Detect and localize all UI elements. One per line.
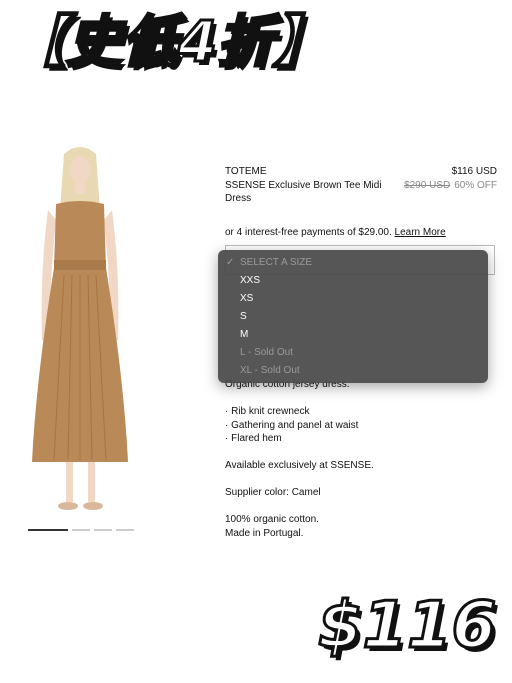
checkmark-icon: ✓ — [226, 257, 235, 268]
image-carousel-indicator[interactable] — [28, 529, 134, 531]
exclusive-note: Available exclusively at SSENSE. — [225, 460, 374, 471]
installment-text: or 4 interest-free payments of $29.00. — [225, 226, 392, 238]
learn-more-link[interactable]: Learn More — [395, 227, 446, 238]
original-price-block: $290 USD 60% OFF — [404, 179, 497, 193]
price-stamp: $116 — [316, 588, 497, 665]
carousel-dot-3[interactable] — [94, 529, 112, 531]
size-option-l: L - Sold Out — [240, 347, 293, 358]
product-name: SSENSE Exclusive Brown Tee Midi Dress — [225, 179, 382, 205]
product-info: TOTEME $116 USD SSENSE Exclusive Brown T… — [225, 165, 497, 239]
size-option-placeholder: ✓ SELECT A SIZE — [218, 254, 488, 272]
size-option-xxs[interactable]: XXS — [218, 272, 488, 290]
product-description: Organic cotton jersey dress. · Rib knit … — [225, 378, 497, 540]
installment-info: or 4 interest-free payments of $29.00. L… — [225, 226, 497, 240]
composition: 100% organic cotton. — [225, 514, 319, 525]
product-brand[interactable]: TOTEME — [225, 165, 266, 179]
size-option-xl: XL - Sold Out — [240, 365, 300, 376]
promo-banner: 【史低4折】 — [9, 9, 331, 77]
product-image[interactable] — [20, 140, 140, 525]
model-face — [70, 156, 90, 184]
description-bullet: · Rib knit crewneck — [225, 406, 310, 417]
origin: Made in Portugal. — [225, 527, 304, 539]
size-option-xs[interactable]: XS — [218, 290, 488, 308]
size-option-m[interactable]: M — [218, 326, 488, 344]
original-price: $290 USD — [404, 179, 451, 191]
description-bullet: · Flared hem — [225, 433, 282, 444]
carousel-dot-2[interactable] — [72, 529, 90, 531]
product-price: $116 USD — [451, 166, 497, 177]
supplier-color: Supplier color: Camel — [225, 487, 321, 498]
description-bullet: · Gathering and panel at waist — [225, 419, 359, 431]
dress-bodice — [54, 201, 106, 270]
size-option-s[interactable]: S — [218, 308, 488, 326]
carousel-dot-1[interactable] — [28, 529, 68, 531]
size-dropdown-menu[interactable]: ✓ SELECT A SIZE XXS XS S M L - Sold Out X… — [218, 250, 488, 383]
carousel-dot-4[interactable] — [116, 529, 134, 531]
discount-label: 60% OFF — [454, 179, 497, 191]
